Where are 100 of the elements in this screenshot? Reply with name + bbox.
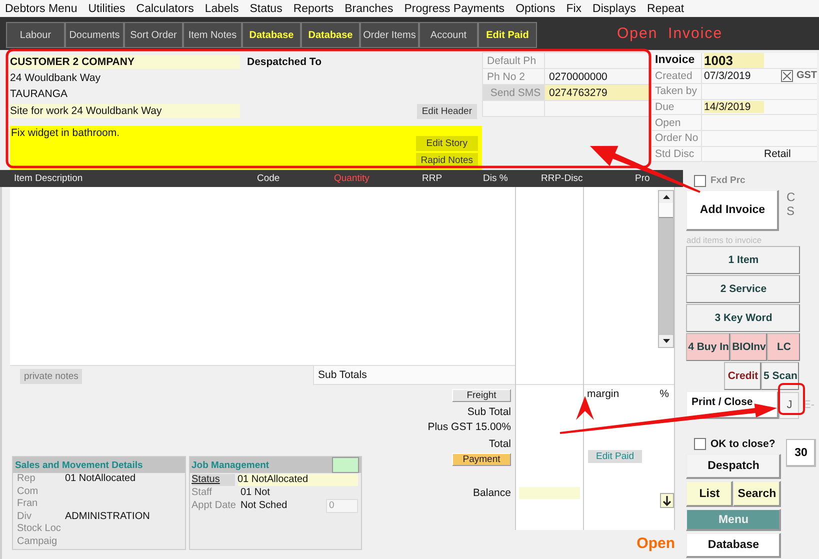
menu-item[interactable]: Repeat	[647, 2, 684, 14]
story-text[interactable]: Fix widget in bathroom.	[10, 126, 120, 170]
column-header: Pro	[635, 173, 651, 184]
field-value: 01 NotAllocated	[238, 474, 358, 486]
toolbar-tab[interactable]: Account	[419, 22, 478, 48]
status-swatch	[332, 457, 359, 473]
column-header: Quantity	[334, 173, 370, 184]
field-label: Appt Date	[192, 500, 237, 512]
site-field[interactable]: Site for work 24 Wouldbank Way	[10, 104, 240, 118]
toolbar-tab[interactable]: Database	[301, 22, 360, 48]
balance-label: Balance	[473, 487, 511, 499]
column-header: RRP	[422, 173, 444, 184]
side-letter: C	[786, 190, 796, 204]
menu-item[interactable]: Labels	[204, 2, 239, 14]
menu-item[interactable]: Progress Payments	[404, 2, 505, 14]
field-value: Not Sched	[240, 500, 288, 512]
info-value: 07/3/2019	[704, 70, 752, 82]
item-button[interactable]: Credit	[724, 362, 762, 390]
customer-name-field[interactable]: CUSTOMER 2 COMPANY	[10, 55, 240, 69]
item-button[interactable]: 2 Service	[686, 275, 800, 303]
side-letter: S	[786, 204, 796, 218]
percent-label: %	[660, 388, 669, 400]
column-header: Item Description	[14, 173, 84, 184]
total-label: Total	[488, 438, 511, 450]
toolbar-tab[interactable]: Labour	[6, 22, 65, 48]
checkbox[interactable]	[781, 70, 794, 82]
count-button[interactable]: 30	[786, 439, 816, 467]
down-arrow-button[interactable]	[660, 493, 674, 508]
column-header: Code	[257, 173, 281, 184]
field-label: Fran	[17, 498, 39, 510]
toolbar-tab[interactable]: Order Items	[360, 22, 419, 48]
menu-item[interactable]: Branches	[344, 2, 394, 14]
checkbox[interactable]	[694, 174, 706, 186]
item-button[interactable]: 1 Item	[686, 246, 800, 274]
address-line: 24 Wouldbank Way	[10, 71, 102, 85]
field-label: Rep	[17, 473, 36, 486]
scroll-up-icon[interactable]	[662, 195, 670, 199]
menu-item[interactable]: Calculators	[136, 2, 194, 14]
field-value: ADMINISTRATION	[65, 510, 150, 523]
scrollbar[interactable]	[658, 190, 674, 348]
item-button[interactable]: 4 Buy In	[686, 333, 730, 361]
sub-totals-label: Sub Totals	[313, 366, 515, 385]
item-button[interactable]: 3 Key Word	[686, 304, 800, 332]
info-label: Order No	[652, 130, 702, 147]
info-label: Invoice	[652, 53, 702, 69]
menu-item[interactable]: Status	[250, 2, 282, 14]
panel-title: Job Management	[192, 460, 270, 470]
scroll-thumb[interactable]	[659, 203, 673, 218]
info-value: Retail	[764, 148, 791, 160]
toolbar-tab[interactable]: Edit Paid	[478, 22, 537, 48]
panel-title: Sales and Movement Details	[15, 460, 143, 470]
status-text: Open	[636, 535, 675, 552]
balance-field[interactable]	[519, 487, 580, 499]
database-button[interactable]: Database	[686, 533, 782, 558]
menu-item[interactable]: Debtors Menu	[5, 2, 78, 14]
gst-label: GST	[796, 70, 817, 82]
toolbar-tab[interactable]: Documents	[65, 22, 124, 48]
freight-button[interactable]: Freight	[452, 389, 511, 402]
field-label: Campaig	[17, 536, 58, 548]
field-value: 01 NotAllocated	[65, 473, 136, 486]
address-line: TAURANGA	[10, 87, 69, 101]
checkbox-label: Fxd Prc	[710, 175, 746, 186]
phone-field[interactable]: 0274763279	[544, 84, 651, 101]
search-button[interactable]: Search	[733, 481, 782, 507]
payment-button[interactable]: Payment	[452, 453, 511, 466]
info-label: Open	[652, 115, 702, 131]
item-button[interactable]: LC	[767, 333, 800, 361]
info-value: 14/3/2019	[704, 101, 764, 114]
status-button[interactable]: Status	[192, 474, 234, 486]
column-header: RRP-Disc	[541, 173, 584, 184]
window-title: Open Invoice	[617, 25, 723, 42]
info-label: Taken by	[652, 84, 702, 100]
list-button[interactable]: List	[686, 481, 734, 507]
scroll-down-icon[interactable]	[662, 339, 670, 343]
despatch-heading: Despatched To	[247, 56, 322, 68]
checkbox[interactable]	[694, 438, 706, 450]
info-label: Due	[652, 100, 702, 116]
info-label: Std Disc	[652, 146, 702, 162]
despatch-button[interactable]: Despatch	[686, 454, 782, 479]
item-button[interactable]: 5 Scan	[761, 362, 800, 390]
add-invoice-button[interactable]: Add Invoice	[686, 190, 780, 231]
story-button[interactable]: Edit Story	[416, 136, 478, 151]
menu-item[interactable]: Options	[516, 2, 556, 14]
toolbar-tab[interactable]: Sort Order	[124, 22, 183, 48]
column-header: Dis %	[483, 173, 509, 184]
highlight-frame	[778, 383, 805, 415]
menu-item[interactable]: Fix	[566, 2, 582, 14]
gst-total-label: Plus GST 15.00%	[428, 421, 511, 433]
phone-label: Default Ph	[482, 52, 545, 69]
item-button[interactable]: BIOInv	[730, 333, 768, 361]
toolbar-tab[interactable]: Database	[242, 22, 301, 48]
edit-header-button[interactable]: Edit Header	[416, 104, 477, 118]
menu-item[interactable]: Reports	[293, 2, 334, 14]
checkbox-label: OK to close?	[710, 438, 776, 450]
field-label: Com	[17, 486, 40, 498]
menu-item[interactable]: Displays	[592, 2, 636, 14]
toolbar-tab[interactable]: Item Notes	[183, 22, 242, 48]
field-value: 01 Not	[240, 486, 270, 498]
field-label: Staff	[192, 486, 213, 498]
menu-item[interactable]: Utilities	[88, 2, 126, 14]
